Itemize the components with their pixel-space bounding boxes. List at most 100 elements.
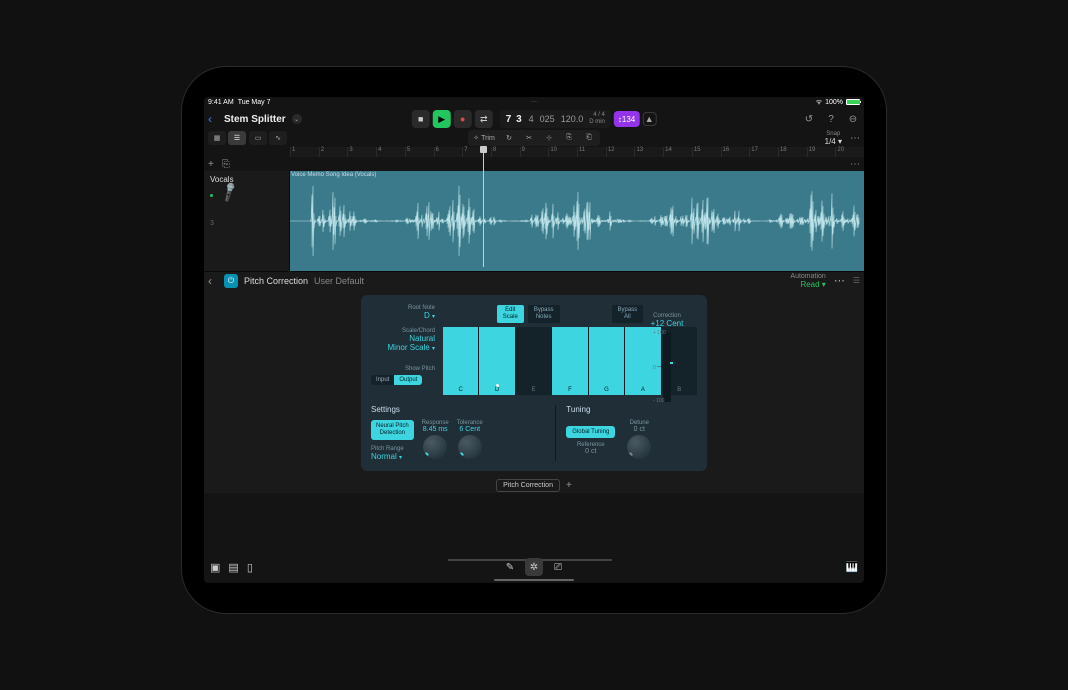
fx-icon[interactable]: ✲: [525, 558, 543, 576]
ruler-mark: 6: [434, 147, 463, 157]
plugin-tab[interactable]: Pitch Correction: [496, 479, 560, 492]
white-key-G[interactable]: G: [589, 327, 625, 395]
plugin-power-button[interactable]: ⏻: [224, 274, 238, 288]
settings-heading: Settings: [371, 405, 545, 414]
white-key-E[interactable]: E: [516, 327, 552, 395]
pitch-range-value[interactable]: Normal ▾: [371, 452, 414, 461]
wifi-icon: ᯤ: [816, 98, 822, 107]
bottom-toolbar: ▣ ▤ ▯ ✎ ✲ ⎚ 🎹: [204, 557, 864, 577]
duplicate-track-button[interactable]: ⎘: [222, 159, 230, 170]
ruler-mark: 5: [405, 147, 434, 157]
white-key-D[interactable]: D: [479, 327, 515, 395]
pitch-correction-panel: Root Note D ▾ Scale/Chord Natural Minor …: [361, 295, 707, 471]
mixer-icon[interactable]: ⎚: [549, 558, 567, 576]
track-more-icon[interactable]: ⋯: [850, 159, 860, 170]
ruler-mark: 1: [290, 147, 319, 157]
ruler-mark: 20: [835, 147, 864, 157]
view-toolbar: ▦ ☰ ▭ ∿ ✧ Trim ↻ ✂ ⊹ ⎘ ⎗ Snap 1/4 ▾ ⋯: [204, 130, 864, 146]
timeline-ruler[interactable]: 1234567891011121314151617181920: [204, 147, 864, 157]
project-dropdown[interactable]: ⌄: [292, 114, 302, 124]
input-button[interactable]: Input: [371, 375, 394, 385]
ruler-mark: 2: [319, 147, 348, 157]
pencil-icon[interactable]: ✎: [501, 558, 519, 576]
show-pitch-label: Show Pitch: [371, 366, 435, 372]
project-title[interactable]: Stem Splitter: [224, 114, 286, 125]
track-name: Vocals: [210, 175, 283, 184]
view-grid-button[interactable]: ▦: [208, 131, 226, 145]
time-sig: 4 / 4: [589, 112, 605, 119]
microphone-icon: 🎤: [218, 181, 242, 204]
add-track-button[interactable]: +: [208, 159, 214, 170]
cycle-button[interactable]: ⇄: [475, 110, 493, 128]
plugin-tabbar: Pitch Correction +: [204, 477, 864, 493]
view-automation-button[interactable]: ∿: [269, 131, 287, 145]
settings-icon[interactable]: ⊖: [846, 112, 860, 126]
back-button[interactable]: ‹: [208, 112, 218, 126]
join-tool[interactable]: ⊹: [540, 132, 558, 144]
toolbar-more-icon[interactable]: ⋯: [850, 133, 860, 144]
response-knob[interactable]: [423, 435, 447, 459]
automation-mode[interactable]: Read ▾: [790, 280, 825, 289]
audio-region[interactable]: Voice Memo Song Idea (Vocals): [290, 171, 864, 271]
scale-value[interactable]: Natural Minor Scale ▾: [371, 334, 435, 352]
paste-tool[interactable]: ⎗: [580, 132, 598, 144]
record-button[interactable]: ●: [454, 110, 472, 128]
position-sub: 025: [540, 114, 555, 124]
ruler-mark: 16: [721, 147, 750, 157]
bypass-notes-button[interactable]: Bypass Notes: [528, 305, 560, 323]
plugin-back-button[interactable]: ‹: [208, 274, 218, 288]
keyboard-icon[interactable]: 🎹: [846, 562, 858, 573]
edit-tools: ✧ Trim ↻ ✂ ⊹ ⎘ ⎗: [468, 130, 600, 146]
notes-icon[interactable]: ▯: [247, 561, 253, 574]
view-region-button[interactable]: ▭: [249, 131, 267, 145]
white-key-F[interactable]: F: [552, 327, 588, 395]
transport-controls: ■ ▶ ● ⇄ 7 3 4 025 120.0 4 / 4 D min ↕134…: [412, 110, 657, 128]
tempo-button[interactable]: ↕134: [614, 111, 639, 127]
lcd-display[interactable]: 7 3 4 025 120.0 4 / 4 D min: [500, 110, 611, 128]
ruler-mark: 3: [347, 147, 376, 157]
tolerance-knob[interactable]: [458, 435, 482, 459]
position-bars: 7 3: [506, 114, 523, 125]
library-icon[interactable]: ▣: [210, 561, 220, 574]
output-button[interactable]: Output: [394, 375, 422, 385]
stop-button[interactable]: ■: [412, 110, 430, 128]
status-time: 9:41 AM: [208, 99, 234, 106]
correction-value: +12 Cent: [647, 319, 687, 328]
ruler-mark: 13: [634, 147, 663, 157]
add-plugin-button[interactable]: +: [566, 480, 572, 491]
screen: 9:41 AM Tue May 7 ᯤ 100% ‹ Stem Splitter…: [204, 97, 864, 583]
snap-menu[interactable]: Snap 1/4 ▾: [825, 131, 842, 146]
plugin-menu-icon[interactable]: ☰: [853, 276, 860, 285]
browser-icon[interactable]: ▤: [228, 561, 238, 574]
split-tool[interactable]: ✂: [520, 132, 538, 144]
view-list-button[interactable]: ☰: [228, 131, 246, 145]
plugin-preset[interactable]: User Default: [314, 276, 364, 286]
global-tuning-button[interactable]: Global Tuning: [566, 426, 615, 438]
plugin-header: ‹ ⏻ Pitch Correction User Default Automa…: [204, 271, 864, 289]
correction-meter: + 100 0 - 100: [663, 332, 671, 402]
key-sig: D min: [589, 119, 605, 126]
ruler-mark: 18: [778, 147, 807, 157]
help-icon[interactable]: ?: [824, 112, 838, 126]
trim-tool[interactable]: ✧ Trim: [470, 132, 498, 144]
metronome-button[interactable]: ▲: [642, 112, 656, 126]
home-indicator[interactable]: [494, 579, 574, 581]
root-note-value[interactable]: D ▾: [371, 311, 435, 320]
detune-knob[interactable]: [627, 435, 651, 459]
loop-tool[interactable]: ↻: [500, 132, 518, 144]
bypass-all-button[interactable]: Bypass All: [612, 305, 644, 323]
tuning-heading: Tuning: [566, 405, 697, 414]
track-header[interactable]: Vocals 🎤 3: [204, 171, 290, 271]
copy-tool[interactable]: ⎘: [560, 132, 578, 144]
plugin-more-icon[interactable]: ⋯: [834, 274, 845, 287]
notch-dots: [532, 101, 537, 102]
ipad-frame: 9:41 AM Tue May 7 ᯤ 100% ‹ Stem Splitter…: [190, 75, 878, 605]
playhead[interactable]: [480, 146, 487, 153]
play-button[interactable]: ▶: [433, 110, 451, 128]
edit-scale-button[interactable]: Edit Scale: [497, 305, 524, 323]
response-value: 8.45 ms: [422, 426, 449, 433]
record-enable-dot[interactable]: [210, 194, 213, 197]
white-key-C[interactable]: C: [443, 327, 479, 395]
neural-pitch-button[interactable]: Neural Pitch Detection: [371, 420, 414, 440]
history-icon[interactable]: ↺: [802, 112, 816, 126]
